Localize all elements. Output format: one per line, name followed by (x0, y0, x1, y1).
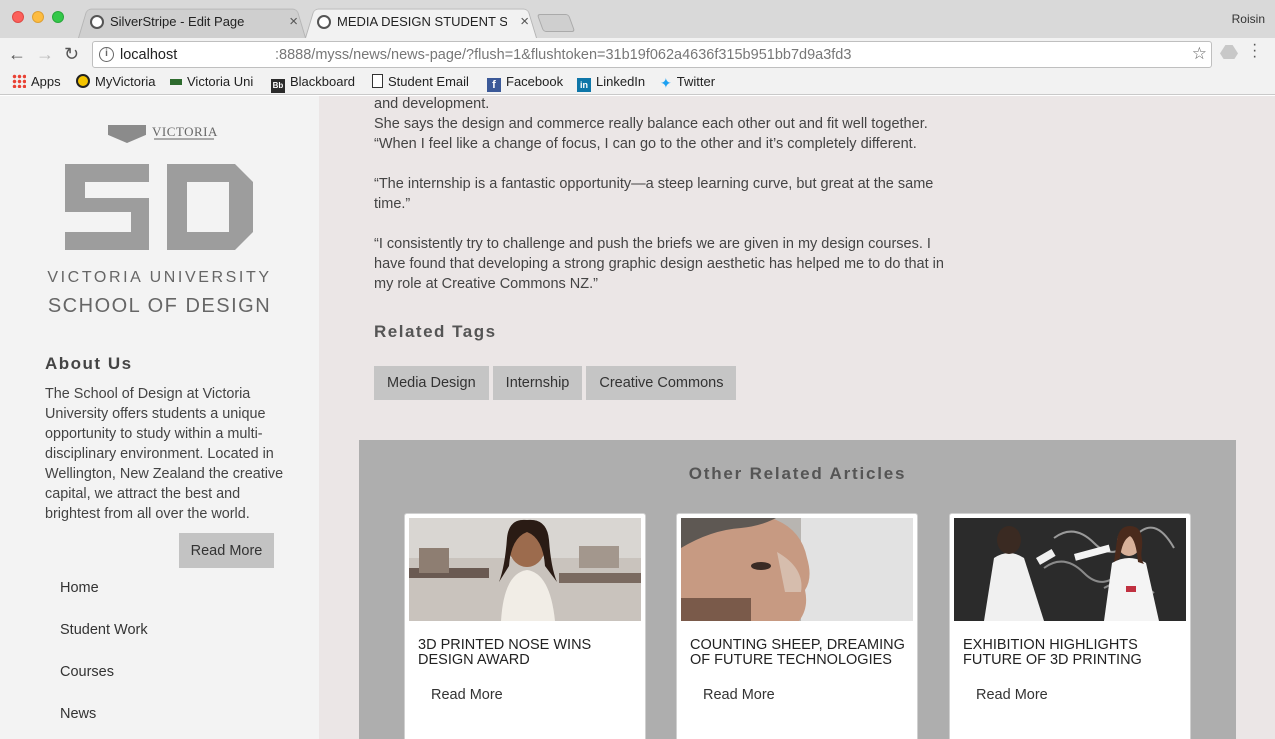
close-tab-icon[interactable]: × (289, 13, 298, 30)
url-path: :8888/myss/news/news-page/?flush=1&flush… (275, 47, 852, 63)
site-favicon-icon (317, 15, 331, 29)
close-window-button[interactable] (12, 11, 24, 23)
school-of-design-5d-logo[interactable]: 5D (65, 164, 255, 250)
browser-tab-silverstripe[interactable]: SilverStripe - Edit Page × (78, 6, 306, 39)
tab-label: MEDIA DESIGN STUDENT SECURES (337, 14, 507, 29)
article-card-read-more[interactable]: Read More (703, 687, 775, 703)
university-name: VICTORIA UNIVERSITY (47, 269, 272, 286)
article-card[interactable]: EXHIBITION HIGHLIGHTS FUTURE OF 3D PRINT… (949, 513, 1191, 739)
bookmark-apps[interactable]: Apps (12, 74, 61, 89)
linkedin-icon: in (577, 78, 591, 92)
tag-internship[interactable]: Internship (492, 366, 583, 400)
article-paragraph: and development. She says the design and… (374, 96, 928, 152)
forward-arrow-icon[interactable]: → (36, 44, 54, 64)
myvictoria-icon (76, 74, 90, 88)
about-heading: About Us (45, 354, 133, 373)
sidebar-nav: Home Student Work Courses News (60, 580, 148, 739)
article-card-title[interactable]: EXHIBITION HIGHLIGHTS FUTURE OF 3D PRINT… (963, 638, 1183, 668)
article-image-chalkboard-scientists[interactable] (954, 518, 1186, 621)
article-image-smiling-woman[interactable] (409, 518, 641, 621)
browser-toolbar: ← → ↻ i localhost :8888/myss/news/news-p… (0, 38, 1275, 70)
article-card[interactable]: 3D PRINTED NOSE WINS DESIGN AWARD Read M… (404, 513, 646, 739)
article-paragraph: “I consistently try to challenge and pus… (374, 236, 944, 292)
article-card-read-more[interactable]: Read More (431, 687, 503, 703)
article-image-man-profile[interactable] (681, 518, 913, 621)
nav-item-student-work[interactable]: Student Work (60, 622, 148, 664)
address-bar[interactable]: i localhost :8888/myss/news/news-page/?f… (92, 41, 1212, 68)
apps-grid-icon (12, 74, 26, 88)
bookmark-myvictoria[interactable]: MyVictoria (76, 74, 155, 89)
tab-label: SilverStripe - Edit Page (110, 14, 245, 29)
article-card-title[interactable]: COUNTING SHEEP, DREAMING OF FUTURE TECHN… (690, 638, 910, 668)
victoria-uni-icon (170, 79, 182, 85)
url-host: localhost (120, 47, 178, 63)
browser-tab-media-design[interactable]: MEDIA DESIGN STUDENT SECURES × (305, 6, 537, 39)
victoria-crest-logo[interactable]: VICTORIA (108, 123, 218, 145)
browser-menu-icon[interactable]: · · · (1252, 37, 1257, 65)
silverstripe-favicon-icon (90, 15, 104, 29)
page-viewport: VICTORIA 5D VICTORIA UNIVERSITY SCHOOL O… (0, 96, 1275, 739)
blackboard-icon: Bb (271, 79, 285, 93)
tag-creative-commons[interactable]: Creative Commons (586, 366, 737, 400)
bookmark-victoria-uni[interactable]: Victoria Uni (170, 74, 253, 89)
new-tab-button[interactable] (536, 14, 576, 32)
bookmark-star-icon[interactable]: ☆ (1192, 44, 1207, 64)
facebook-icon: f (487, 78, 501, 92)
article-card[interactable]: COUNTING SHEEP, DREAMING OF FUTURE TECHN… (676, 513, 918, 739)
crest-shield-icon (108, 125, 146, 143)
bookmarks-bar: Apps MyVictoria Victoria Uni Bb Blackboar… (0, 70, 1275, 95)
nav-item-courses[interactable]: Courses (60, 664, 148, 706)
other-related-heading: Other Related Articles (688, 464, 907, 483)
related-tags-heading: Related Tags (374, 322, 497, 341)
minimize-window-button[interactable] (32, 11, 44, 23)
bookmark-blackboard[interactable]: Bb Blackboard (271, 74, 355, 93)
document-icon (372, 74, 383, 88)
tag-media-design[interactable]: Media Design (374, 366, 489, 400)
about-read-more-button[interactable]: Read More (179, 533, 274, 568)
sidebar: VICTORIA 5D VICTORIA UNIVERSITY SCHOOL O… (0, 96, 319, 739)
bookmark-facebook[interactable]: f Facebook (487, 74, 563, 92)
article-card-read-more[interactable]: Read More (976, 687, 1048, 703)
related-tags-list: Media Design Internship Creative Commons (374, 366, 737, 400)
article-body: and development. She says the design and… (374, 96, 944, 314)
article-card-title[interactable]: 3D PRINTED NOSE WINS DESIGN AWARD (418, 638, 638, 668)
bookmark-twitter[interactable]: ✦ Twitter (660, 74, 715, 92)
profile-name[interactable]: Roisin (1232, 12, 1265, 26)
maximize-window-button[interactable] (52, 11, 64, 23)
browser-tab-bar: SilverStripe - Edit Page × MEDIA DESIGN … (0, 0, 1275, 39)
reload-icon[interactable]: ↻ (64, 44, 79, 64)
twitter-icon: ✦ (660, 75, 672, 91)
about-text: The School of Design at Victoria Univers… (45, 386, 284, 522)
other-related-articles: Other Related Articles 3D PRINTED NOSE W… (359, 440, 1236, 739)
close-tab-icon[interactable]: × (520, 13, 529, 30)
school-name: SCHOOL OF DESIGN (47, 295, 272, 317)
nav-item-news[interactable]: News (60, 706, 148, 739)
site-info-icon[interactable]: i (99, 47, 114, 62)
nav-item-home[interactable]: Home (60, 580, 148, 622)
bookmark-student-email[interactable]: Student Email (372, 74, 469, 89)
back-arrow-icon[interactable]: ← (8, 44, 26, 64)
article-paragraph: “The internship is a fantastic opportuni… (374, 176, 934, 212)
bookmark-linkedin[interactable]: in LinkedIn (577, 74, 645, 92)
